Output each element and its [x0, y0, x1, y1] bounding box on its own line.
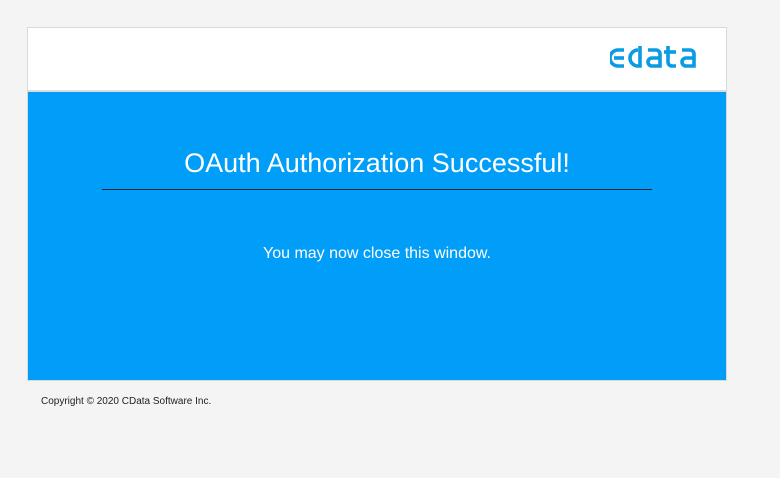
title-divider: [102, 189, 652, 190]
page-title: OAuth Authorization Successful!: [184, 148, 570, 178]
cdata-logo-graphic: [610, 46, 696, 68]
success-banner: OAuth Authorization Successful! You may …: [28, 92, 726, 380]
cdata-logo-icon: cdata: [610, 46, 706, 70]
copyright-text: Copyright © 2020 CData Software Inc.: [41, 396, 212, 407]
card-header: cdata: [28, 28, 726, 92]
close-window-message: You may now close this window.: [263, 245, 491, 262]
auth-result-card: cdata OAuth Authoriz: [27, 27, 727, 381]
